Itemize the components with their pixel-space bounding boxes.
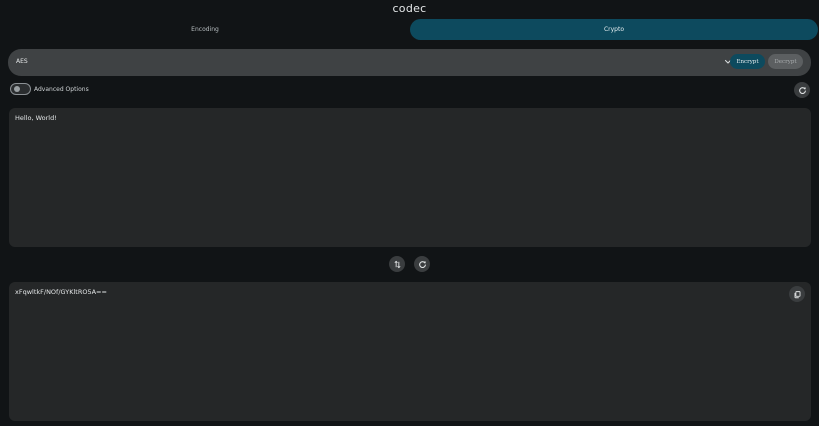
copy-button[interactable] [789,286,805,302]
input-text: Hello, World! [15,114,57,122]
copy-icon [794,290,800,298]
advanced-options-label: Advanced Options [34,86,89,93]
toggle-knob [14,86,20,92]
tab-encoding[interactable]: Encoding [0,19,410,40]
refresh-icon [418,260,426,268]
decrypt-button[interactable]: Decrypt [768,54,803,69]
refresh-icon [798,86,806,94]
reset-button[interactable] [414,256,430,272]
algorithm-select[interactable]: AES Encrypt Decrypt [8,49,811,76]
swap-vertical-icon [393,260,401,268]
output-text: xFqwltkF/NOf/GYKltRO5A== [15,288,107,296]
tab-bar: Encoding Crypto [0,19,819,41]
codec-app: codec Encoding Crypto AES Encrypt Decryp… [0,0,819,426]
reset-options-button[interactable] [794,82,810,98]
encrypt-button[interactable]: Encrypt [730,54,765,69]
swap-button[interactable] [389,256,405,272]
advanced-options-toggle[interactable] [10,83,31,95]
input-textarea[interactable]: Hello, World! [9,108,811,247]
algorithm-value: AES [16,58,28,65]
output-textarea[interactable]: xFqwltkF/NOf/GYKltRO5A== [9,282,811,421]
tab-crypto[interactable]: Crypto [410,19,818,40]
app-title: codec [392,2,427,15]
